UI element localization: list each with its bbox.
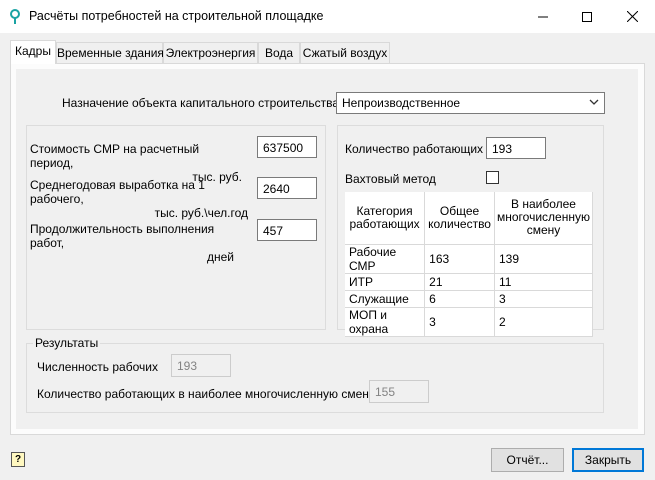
table-row[interactable]: Рабочие СМР 163 139 (345, 244, 594, 274)
duration-label-line1: Продолжительность выполнения работ, (30, 222, 215, 250)
tab-compressed-air[interactable]: Сжатый воздух (300, 42, 390, 63)
rotation-label: Вахтовый метод (345, 172, 436, 186)
table-row[interactable]: МОП и охрана 3 2 (345, 307, 594, 337)
table-cell: 6 (424, 290, 495, 308)
purpose-label: Назначение объекта капитального строител… (62, 96, 340, 110)
table-cell: Рабочие СМР (345, 244, 426, 274)
table-cell: 2 (494, 307, 594, 337)
cost-input[interactable]: 637500 (257, 136, 317, 158)
table-row[interactable]: Служащие 6 3 (345, 290, 594, 308)
table-header-category: Категория работающих (345, 192, 426, 245)
table-cell: 139 (494, 244, 594, 274)
report-button[interactable]: Отчёт... (491, 448, 564, 472)
close-button[interactable]: Закрыть (572, 448, 644, 472)
purpose-select-value: Непроизводственное (342, 96, 461, 110)
maximize-icon (582, 11, 592, 22)
workers-label: Количество работающих (345, 142, 484, 156)
table-cell: МОП и охрана (345, 307, 426, 337)
workers-table: Категория работающих Общее количество В … (345, 192, 594, 337)
duration-label: Продолжительность выполнения работ, дней (30, 222, 234, 264)
chevron-down-icon (589, 99, 599, 105)
output-label: Среднегодовая выработка на 1 рабочего, т… (30, 178, 248, 220)
table-cell: ИТР (345, 273, 426, 291)
tab-electricity[interactable]: Электроэнергия (163, 42, 258, 63)
workers-count-field: 193 (171, 354, 231, 377)
table-row[interactable]: ИТР 21 11 (345, 273, 594, 291)
window-title: Расчёты потребностей на строительной пло… (29, 9, 324, 23)
title-bar: Расчёты потребностей на строительной пло… (0, 0, 655, 33)
results-group (26, 343, 604, 413)
purpose-select[interactable]: Непроизводственное (336, 92, 605, 114)
cost-label-line1: Стоимость СМР на расчетный период, (30, 142, 200, 170)
workers-count-label: Численность рабочих (37, 360, 158, 374)
max-shift-field: 155 (369, 380, 429, 403)
table-cell: 163 (424, 244, 495, 274)
workers-input[interactable]: 193 (486, 137, 546, 159)
table-cell: 3 (494, 290, 594, 308)
table-cell: 11 (494, 273, 594, 291)
table-cell: 21 (424, 273, 495, 291)
output-label-line1: Среднегодовая выработка на 1 рабочего, (30, 178, 205, 206)
table-header-total: Общее количество (424, 192, 495, 245)
duration-label-line2: дней (206, 250, 234, 264)
table-cell: 3 (424, 307, 495, 337)
minimize-icon (538, 16, 548, 17)
map-pin-icon (10, 9, 20, 24)
tab-water[interactable]: Вода (258, 42, 300, 63)
help-icon[interactable]: ? (11, 452, 25, 467)
duration-input[interactable]: 457 (257, 219, 317, 241)
maximize-button[interactable] (565, 0, 609, 33)
output-input[interactable]: 2640 (257, 177, 317, 199)
table-header-shift: В наиболее многочисленную смену (494, 192, 594, 245)
table-cell: Служащие (345, 290, 426, 308)
minimize-button[interactable] (521, 0, 565, 33)
tab-staff[interactable]: Кадры (10, 40, 56, 64)
tab-temporary-buildings[interactable]: Временные здания (56, 42, 164, 63)
close-window-button[interactable] (610, 0, 654, 33)
max-shift-label: Количество работающих в наиболее многочи… (37, 387, 375, 401)
results-title: Результаты (33, 336, 101, 350)
output-label-line2: тыс. руб.\чел.год (154, 206, 248, 220)
close-icon (626, 11, 638, 22)
rotation-checkbox[interactable] (486, 171, 499, 184)
